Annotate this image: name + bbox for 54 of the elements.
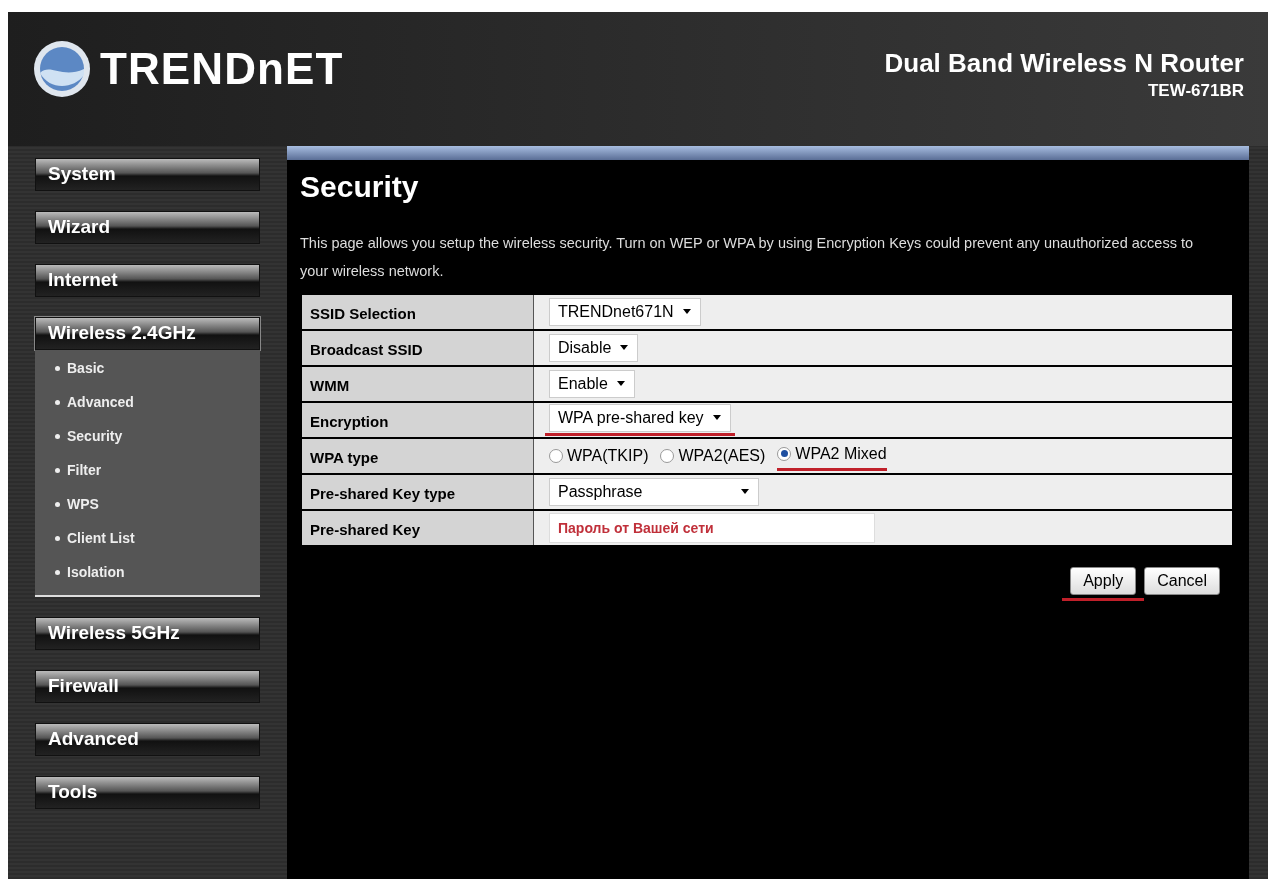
radio-label: WPA2 Mixed — [795, 443, 887, 464]
caret-icon — [711, 415, 722, 421]
bullet-icon — [55, 570, 60, 575]
caret-icon — [740, 489, 750, 495]
page-description: This page allows you setup the wireless security. Turn on WEP or WPA by using Encryption Keys could prevent any unauthorized access to your wireless network. — [300, 234, 1194, 281]
submenu-item[interactable]: Isolation — [67, 562, 125, 583]
model-number: TEW-671BR — [1148, 80, 1244, 102]
row-label: WMM — [302, 367, 534, 401]
key-input-field[interactable]: Пароль от Вашей сети — [549, 513, 875, 543]
bullet-icon — [55, 400, 60, 405]
sidebar-menu-button[interactable]: Wizard — [35, 211, 260, 244]
logo-text: TRENDnET — [100, 43, 344, 95]
submenu-item[interactable]: Client List — [67, 528, 135, 549]
caret-icon — [615, 381, 626, 387]
dropdown[interactable]: Disable — [549, 334, 639, 362]
bullet-icon — [55, 502, 60, 507]
sidebar-menu-button[interactable]: System — [35, 158, 260, 191]
row-label: SSID Selection — [302, 295, 534, 329]
dropdown[interactable]: Passphrase — [549, 478, 759, 506]
radio-label: WPA2(AES) — [678, 446, 766, 466]
bullet-icon — [55, 536, 60, 541]
sidebar-menu-button[interactable]: Wireless 2.4GHz — [35, 317, 260, 350]
dropdown[interactable]: TRENDnet671N — [549, 298, 701, 326]
radio-button[interactable] — [777, 446, 792, 461]
row-label: Broadcast SSID — [302, 331, 534, 365]
form-button[interactable]: Cancel — [1144, 567, 1220, 595]
submenu-item[interactable]: Security — [67, 426, 123, 447]
logo-icon — [32, 39, 92, 99]
dropdown[interactable]: Enable — [549, 370, 635, 398]
sidebar-menu-button[interactable]: Tools — [35, 776, 260, 809]
page-title: Security — [300, 169, 420, 205]
bullet-icon — [55, 434, 60, 439]
sidebar-menu-button[interactable]: Firewall — [35, 670, 260, 703]
radio-button[interactable] — [549, 449, 563, 463]
submenu-item[interactable]: Filter — [67, 460, 102, 481]
row-label: Pre-shared Key — [302, 511, 534, 545]
bullet-icon — [55, 366, 60, 371]
sidebar-menu-button[interactable]: Internet — [35, 264, 260, 297]
row-label: WPA type — [302, 439, 534, 473]
row-label: Encryption — [302, 403, 534, 437]
radio-label: WPA(TKIP) — [567, 446, 649, 466]
sidebar-menu-button[interactable]: Wireless 5GHz — [35, 617, 260, 650]
product-name: Dual Band Wireless N Router — [884, 48, 1244, 78]
submenu-item[interactable]: Basic — [67, 358, 105, 379]
form-button[interactable]: Apply — [1070, 567, 1137, 595]
caret-icon — [619, 345, 630, 351]
row-label: Pre-shared Key type — [302, 475, 534, 509]
bullet-icon — [55, 468, 60, 473]
dropdown[interactable]: WPA pre-shared key — [549, 404, 731, 432]
sidebar-menu-button[interactable]: Advanced — [35, 723, 260, 756]
submenu-item[interactable]: Advanced — [67, 392, 134, 413]
caret-icon — [681, 309, 692, 315]
submenu-item[interactable]: WPS — [67, 494, 99, 515]
radio-button[interactable] — [660, 449, 675, 463]
